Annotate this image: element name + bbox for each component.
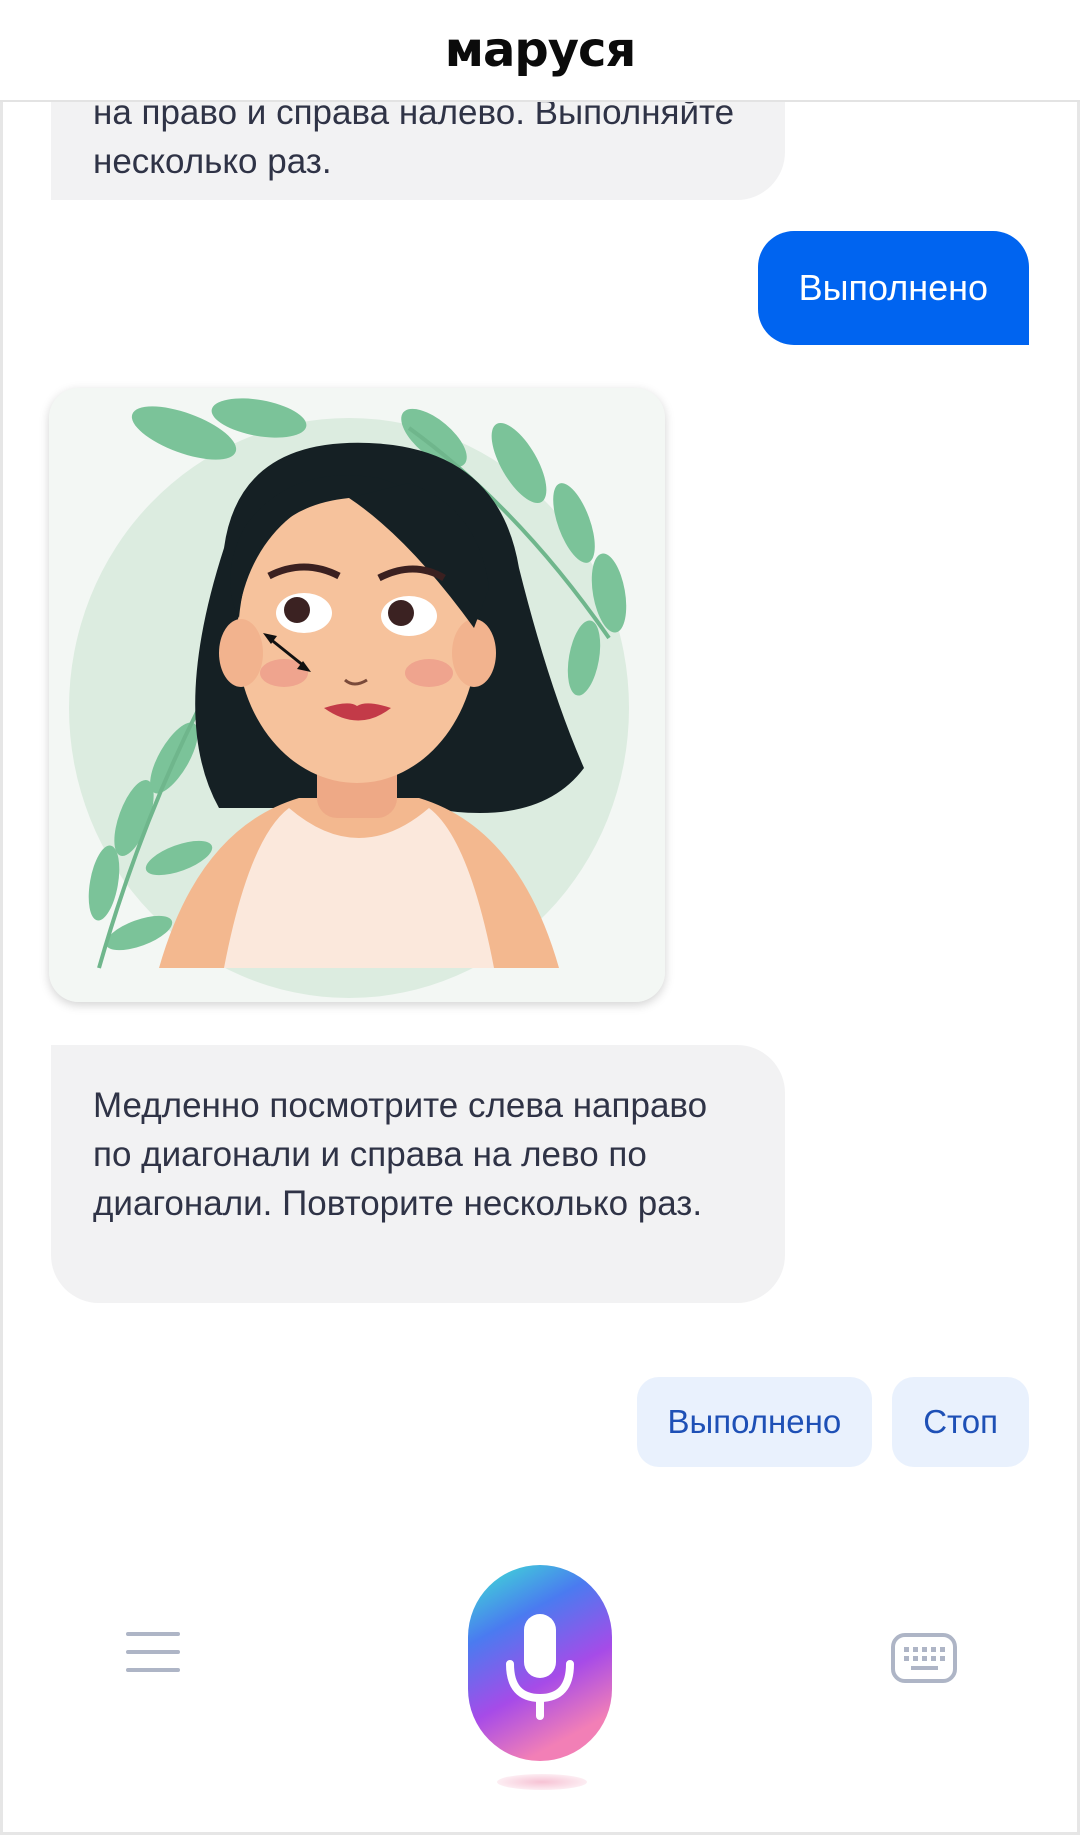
microphone-button[interactable] [467,1564,613,1764]
bot-message-previous-text: на право и справа налево. Выполняйте нес… [93,93,735,181]
app-logo: маруся [444,22,637,78]
quick-reply-done-button[interactable]: Выполнено [636,1377,873,1467]
bottom-bar [0,1530,1080,1835]
menu-icon[interactable] [126,1632,180,1674]
chat-feed[interactable]: на право и справа налево. Выполняйте нес… [0,0,1080,1500]
quick-reply-stop-button[interactable]: Стоп [892,1377,1029,1467]
microphone-icon [468,1565,612,1761]
app-header: маруся [0,0,1080,102]
bot-message-text: Медленно посмотрите слева направо по диа… [93,1086,708,1223]
user-message: Выполнено [757,231,1029,345]
keyboard-icon[interactable] [891,1633,957,1683]
quick-replies: Выполнено Стоп [636,1377,1029,1467]
exercise-illustration [49,388,665,1002]
illustration-woman-eyes [49,388,665,1002]
bot-message: Медленно посмотрите слева направо по диа… [51,1045,785,1303]
microphone-glow [497,1774,587,1790]
